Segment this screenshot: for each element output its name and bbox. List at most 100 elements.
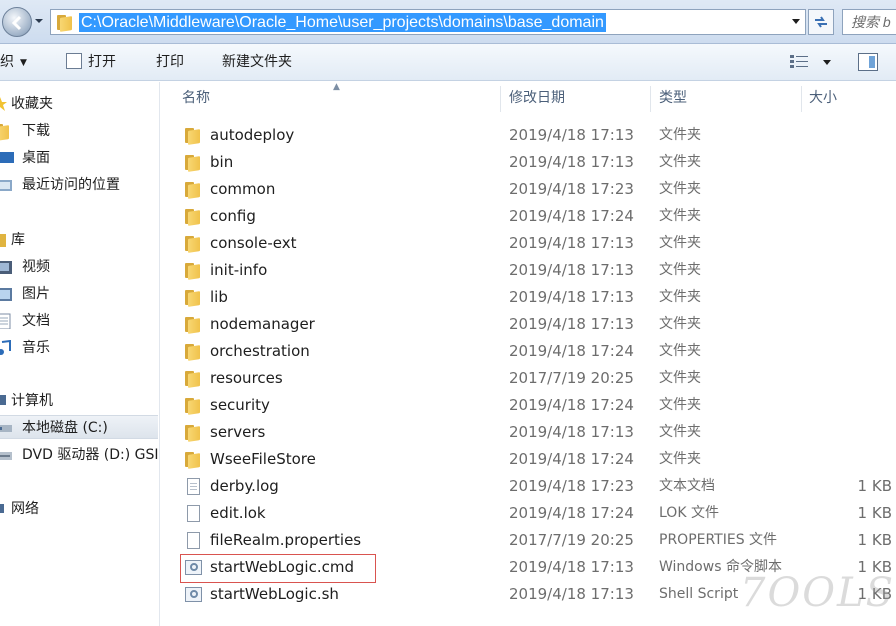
column-divider[interactable] — [650, 86, 651, 112]
folder-icon — [185, 316, 201, 334]
file-name: fileRealm.properties — [210, 531, 362, 549]
downloads-folder-icon — [0, 123, 10, 141]
folder-icon — [185, 397, 201, 415]
nav-favorites[interactable]: 收藏夹 — [0, 92, 158, 116]
file-size: 1 KB — [857, 531, 892, 549]
folder-icon — [185, 424, 201, 442]
preview-pane-button[interactable] — [858, 53, 878, 71]
file-type: 文件夹 — [659, 370, 701, 386]
nav-videos[interactable]: 视频 — [0, 255, 158, 279]
file-date: 2017/7/19 20:25 — [509, 369, 634, 387]
file-name: console-ext — [210, 234, 297, 252]
new-folder-label: 新建文件夹 — [222, 54, 292, 70]
file-name: config — [210, 207, 256, 225]
file-icon — [185, 532, 201, 549]
nav-network[interactable]: 网络 — [0, 497, 158, 521]
file-row[interactable]: edit.lok 2019/4/18 17:24 LOK 文件 1 KB — [161, 500, 896, 527]
file-row[interactable]: WseeFileStore 2019/4/18 17:24 文件夹 — [161, 446, 896, 473]
script-icon — [185, 586, 202, 603]
chevron-down-icon: ▼ — [20, 58, 27, 68]
organize-label: 织 — [0, 54, 14, 70]
nav-label: 收藏夹 — [11, 96, 53, 112]
file-icon — [185, 505, 201, 522]
address-field[interactable]: C:\Oracle\Middleware\Oracle_Home\user_pr… — [50, 9, 806, 35]
refresh-button[interactable] — [808, 9, 834, 35]
column-divider[interactable] — [500, 86, 501, 112]
nav-recent[interactable]: 最近访问的位置 — [0, 173, 158, 197]
column-header-size[interactable]: 大小 — [809, 82, 837, 114]
folder-icon — [185, 451, 201, 469]
file-date: 2019/4/18 17:24 — [509, 342, 634, 360]
dvd-drive-icon — [0, 452, 12, 460]
chevron-down-icon[interactable] — [822, 59, 832, 67]
view-options-icon[interactable] — [790, 55, 808, 69]
watermark-text: 7OOLS — [740, 570, 895, 616]
nav-downloads[interactable]: 下载 — [0, 119, 158, 143]
refresh-icon — [815, 16, 827, 28]
recent-places-icon — [0, 180, 12, 191]
nav-documents[interactable]: 文档 — [0, 309, 158, 333]
file-row[interactable]: derby.log 2019/4/18 17:23 文本文档 1 KB — [161, 473, 896, 500]
history-dropdown-icon[interactable] — [34, 16, 44, 26]
nav-label: 计算机 — [11, 393, 53, 409]
nav-label: 桌面 — [22, 150, 50, 166]
desktop-icon — [0, 152, 14, 163]
file-row[interactable]: bin 2019/4/18 17:13 文件夹 — [161, 149, 896, 176]
print-button[interactable]: 打印 — [156, 44, 184, 81]
file-date: 2017/7/19 20:25 — [509, 531, 634, 549]
back-button[interactable] — [2, 7, 32, 37]
nav-computer[interactable]: 计算机 — [0, 389, 158, 413]
nav-dvd[interactable]: DVD 驱动器 (D:) GSI — [0, 443, 158, 467]
command-bar: 织 ▼ 打开 打印 新建文件夹 — [0, 44, 896, 81]
file-row[interactable]: servers 2019/4/18 17:13 文件夹 — [161, 419, 896, 446]
open-label: 打开 — [88, 54, 116, 70]
column-header-type[interactable]: 类型 — [659, 82, 687, 114]
file-date: 2019/4/18 17:24 — [509, 396, 634, 414]
watermark: 7OOLS — [740, 570, 893, 620]
file-row[interactable]: init-info 2019/4/18 17:13 文件夹 — [161, 257, 896, 284]
new-folder-button[interactable]: 新建文件夹 — [222, 44, 292, 81]
file-row[interactable]: console-ext 2019/4/18 17:13 文件夹 — [161, 230, 896, 257]
file-type: 文件夹 — [659, 127, 701, 143]
open-button[interactable]: 打开 — [66, 44, 116, 81]
file-row[interactable]: nodemanager 2019/4/18 17:13 文件夹 — [161, 311, 896, 338]
file-date: 2019/4/18 17:24 — [509, 450, 634, 468]
file-date: 2019/4/18 17:13 — [509, 315, 634, 333]
address-path[interactable]: C:\Oracle\Middleware\Oracle_Home\user_pr… — [79, 13, 606, 32]
file-row[interactable]: orchestration 2019/4/18 17:24 文件夹 — [161, 338, 896, 365]
nav-label: 音乐 — [22, 340, 50, 356]
file-date: 2019/4/18 17:13 — [509, 288, 634, 306]
nav-local-disk[interactable]: 本地磁盘 (C:) — [0, 415, 158, 439]
hard-drive-icon — [0, 425, 12, 432]
folder-icon — [185, 370, 201, 388]
folder-icon — [185, 235, 201, 253]
file-type: 文件夹 — [659, 154, 701, 170]
file-row[interactable]: fileRealm.properties 2017/7/19 20:25 PROPE… — [161, 527, 896, 554]
file-name: derby.log — [210, 477, 279, 495]
open-icon — [66, 53, 82, 69]
nav-libraries[interactable]: 库 — [0, 228, 158, 252]
file-row[interactable]: config 2019/4/18 17:24 文件夹 — [161, 203, 896, 230]
search-input[interactable]: 搜索 b — [842, 9, 896, 35]
organize-button[interactable]: 织 ▼ — [0, 44, 27, 81]
file-row[interactable]: autodeploy 2019/4/18 17:13 文件夹 — [161, 122, 896, 149]
column-divider[interactable] — [801, 86, 802, 112]
file-type: LOK 文件 — [659, 505, 719, 521]
nav-pictures[interactable]: 图片 — [0, 282, 158, 306]
file-type: 文件夹 — [659, 181, 701, 197]
file-row[interactable]: lib 2019/4/18 17:13 文件夹 — [161, 284, 896, 311]
file-row[interactable]: resources 2017/7/19 20:25 文件夹 — [161, 365, 896, 392]
file-date: 2019/4/18 17:13 — [509, 234, 634, 252]
nav-desktop[interactable]: 桌面 — [0, 146, 158, 170]
nav-label: 视频 — [22, 259, 50, 275]
column-header-name[interactable]: 名称 — [182, 82, 210, 114]
folder-icon — [185, 154, 201, 172]
file-row[interactable]: common 2019/4/18 17:23 文件夹 — [161, 176, 896, 203]
print-label: 打印 — [156, 54, 184, 70]
file-row[interactable]: security 2019/4/18 17:24 文件夹 — [161, 392, 896, 419]
chevron-down-icon[interactable] — [791, 18, 801, 26]
file-type: 文件夹 — [659, 397, 701, 413]
file-type: 文件夹 — [659, 451, 701, 467]
column-header-date[interactable]: 修改日期 — [509, 82, 565, 114]
nav-music[interactable]: 音乐 — [0, 336, 158, 360]
